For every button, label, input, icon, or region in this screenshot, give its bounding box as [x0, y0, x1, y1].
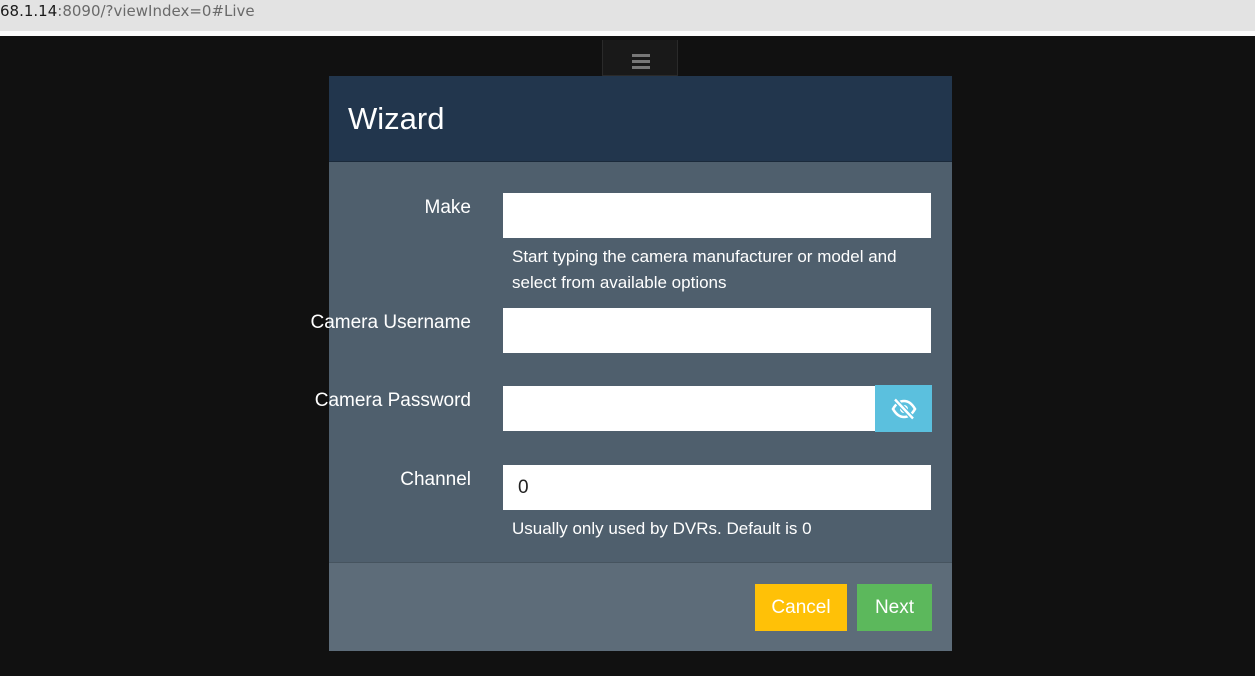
wizard-dialog: Wizard Make Start typing the camera manu…: [311, 76, 952, 651]
channel-help-text: Usually only used by DVRs. Default is 0: [512, 519, 812, 538]
cancel-button[interactable]: Cancel: [755, 584, 847, 631]
username-input[interactable]: [503, 308, 931, 353]
eye-slash-icon: [891, 397, 916, 420]
channel-input[interactable]: [503, 465, 931, 510]
menu-toggle-button[interactable]: [602, 40, 678, 76]
make-input[interactable]: [503, 193, 931, 238]
browser-address-bar[interactable]: 68.1.14:8090/?viewIndex=0#Live: [0, 0, 1255, 36]
username-label: Camera Username: [310, 312, 472, 333]
password-input[interactable]: [503, 386, 875, 431]
wizard-header: Wizard: [329, 76, 952, 162]
password-label: Camera Password: [314, 390, 471, 411]
toggle-password-visibility-button[interactable]: [875, 385, 932, 432]
wizard-footer: Cancel Next: [329, 562, 952, 651]
make-label: Make: [424, 197, 471, 218]
make-help-text: Start typing the camera manufacturer or …: [512, 247, 897, 292]
url-host: 68.1.14: [0, 2, 58, 20]
url-path: :8090/?viewIndex=0#Live: [57, 2, 255, 20]
wizard-title: Wizard: [348, 101, 445, 136]
address-url[interactable]: 68.1.14:8090/?viewIndex=0#Live: [0, 2, 255, 20]
channel-label: Channel: [400, 469, 471, 490]
next-button[interactable]: Next: [857, 584, 932, 631]
